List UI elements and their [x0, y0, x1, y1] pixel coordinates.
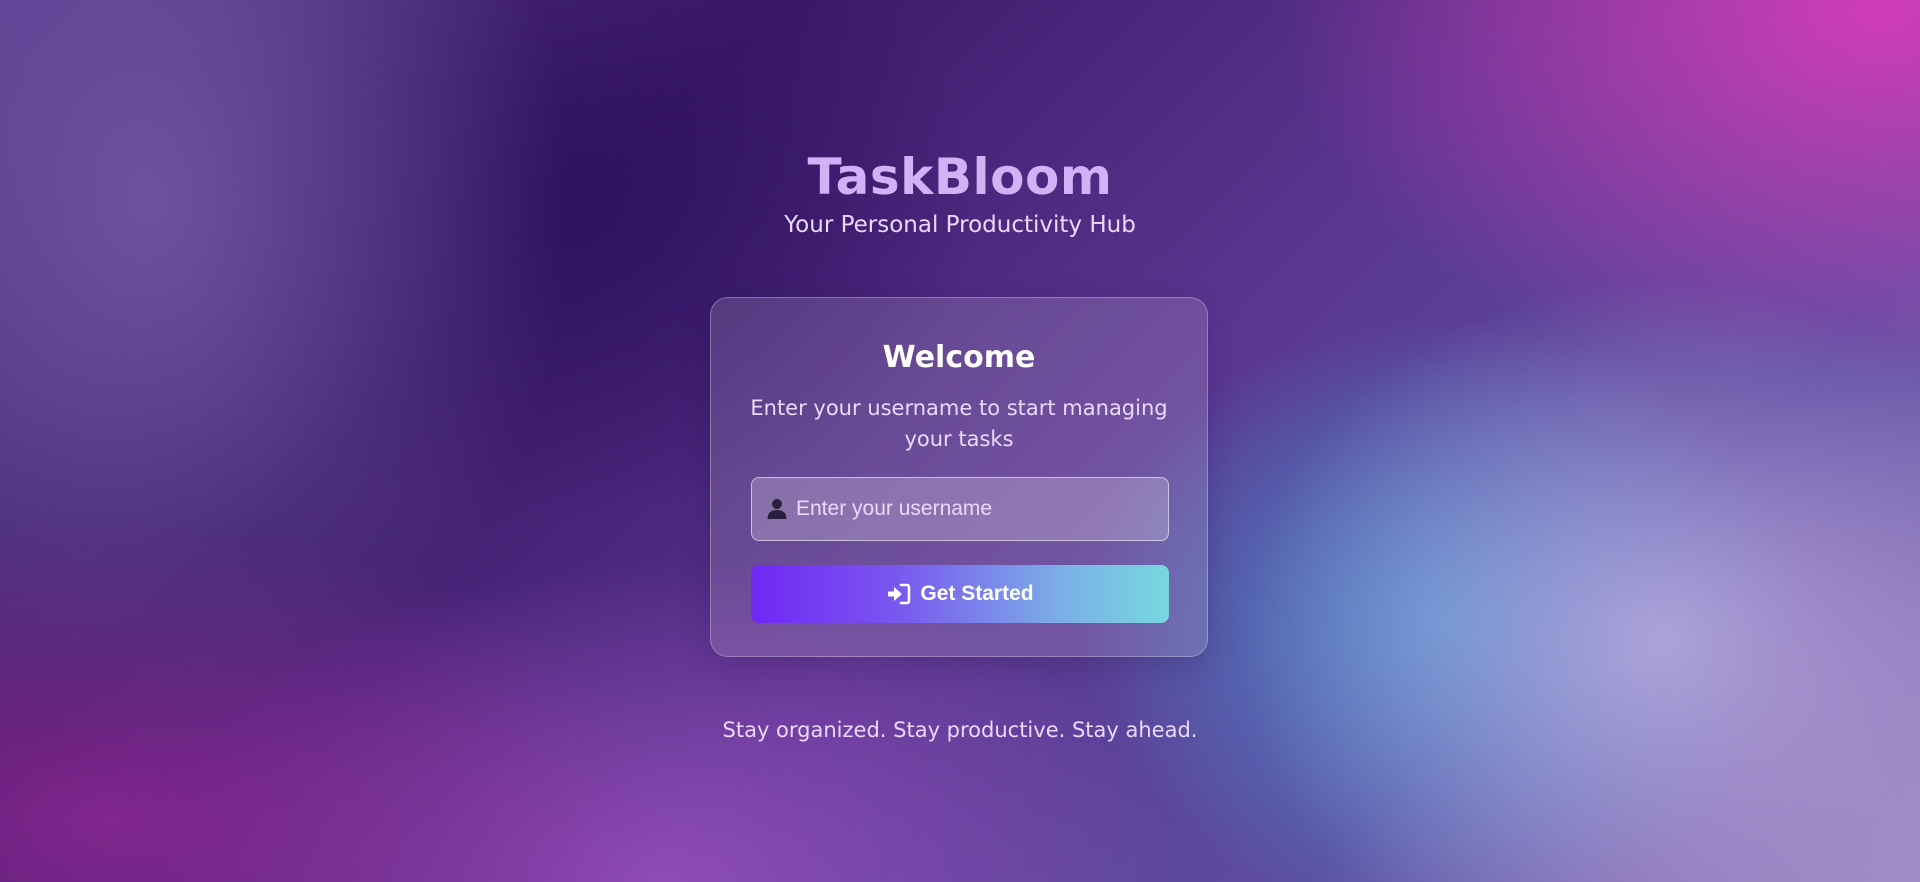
app-header: TaskBloom Your Personal Productivity Hub — [0, 150, 1920, 241]
app-subtitle: Your Personal Productivity Hub — [784, 212, 1136, 238]
welcome-description: Enter your username to start managing yo… — [750, 396, 1168, 451]
username-input[interactable] — [796, 478, 1156, 540]
login-card: Welcome Enter your username to start man… — [710, 297, 1208, 657]
footer-tagline: Stay organized. Stay productive. Stay ah… — [722, 718, 1198, 742]
get-started-button[interactable]: Get Started — [751, 565, 1169, 623]
get-started-label: Get Started — [920, 582, 1034, 605]
username-field[interactable] — [751, 477, 1169, 541]
app-title: TaskBloom — [807, 148, 1113, 206]
login-icon — [888, 583, 911, 605]
welcome-title: Welcome — [882, 340, 1036, 375]
user-icon — [767, 499, 787, 519]
